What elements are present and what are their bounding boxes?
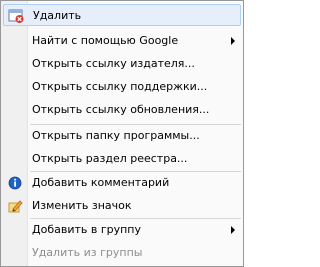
menu-item-label: Открыть ссылку поддержки... <box>32 80 208 93</box>
menu-item-label: Открыть ссылку обновления... <box>32 103 210 116</box>
menu-item-remove-from-group[interactable]: Удалить из группы <box>3 242 241 264</box>
context-menu: Удалить Найти с помощью Google Открыть с… <box>0 0 244 267</box>
menu-item-label: Открыть папку программы... <box>32 129 200 142</box>
menu-item-label: Удалить <box>33 9 82 22</box>
menu-item-label: Добавить в группу <box>32 223 142 236</box>
submenu-arrow-icon <box>231 37 235 45</box>
menu-item-label: Открыть ссылку издателя... <box>32 57 195 70</box>
menu-item-open-update-link[interactable]: Открыть ссылку обновления... <box>3 99 241 121</box>
menu-item-open-program-folder[interactable]: Открыть папку программы... <box>3 125 241 147</box>
menu-item-label: Удалить из группы <box>32 246 143 259</box>
menu-item-search-google[interactable]: Найти с помощью Google <box>3 30 241 52</box>
menu-item-add-to-group[interactable]: Добавить в группу <box>3 219 241 241</box>
menu-item-add-comment[interactable]: Добавить комментарий <box>3 172 241 194</box>
delete-window-icon <box>8 9 24 23</box>
menu-item-label: Найти с помощью Google <box>32 34 179 47</box>
submenu-arrow-icon <box>231 226 235 234</box>
menu-item-open-publisher-link[interactable]: Открыть ссылку издателя... <box>3 53 241 75</box>
menu-item-open-registry-key[interactable]: Открыть раздел реестра... <box>3 148 241 170</box>
menu-item-delete[interactable]: Удалить <box>3 4 241 26</box>
menu-item-open-support-link[interactable]: Открыть ссылку поддержки... <box>3 76 241 98</box>
menu-item-label: Изменить значок <box>32 199 132 212</box>
menu-item-label: Добавить комментарий <box>32 176 170 189</box>
info-icon <box>8 176 22 190</box>
edit-icon <box>8 200 23 213</box>
menu-item-label: Открыть раздел реестра... <box>32 152 188 165</box>
menu-item-change-icon[interactable]: Изменить значок <box>3 195 241 217</box>
